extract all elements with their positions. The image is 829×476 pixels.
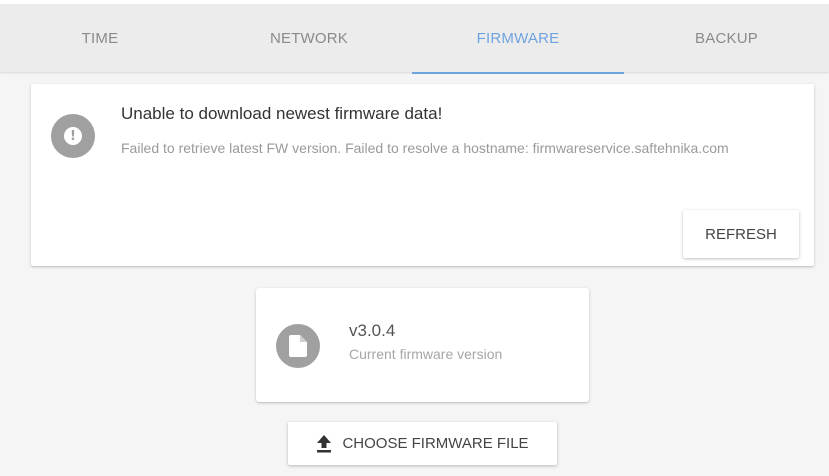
firmware-version-card: v3.0.4 Current firmware version bbox=[256, 288, 589, 402]
tab-firmware[interactable]: FIRMWARE bbox=[412, 4, 624, 72]
firmware-version-caption: Current firmware version bbox=[349, 346, 503, 362]
active-tab-indicator bbox=[412, 72, 624, 74]
tab-time[interactable]: TIME bbox=[0, 4, 200, 72]
exclamation-circle-icon: ! bbox=[51, 114, 95, 158]
alert-message: Failed to retrieve latest FW version. Fa… bbox=[121, 140, 729, 156]
choose-firmware-file-button[interactable]: CHOOSE FIRMWARE FILE bbox=[288, 422, 557, 465]
upload-icon bbox=[316, 434, 332, 453]
refresh-button[interactable]: REFRESH bbox=[683, 210, 799, 258]
firmware-alert-card: ! Unable to download newest firmware dat… bbox=[31, 84, 814, 266]
tab-backup[interactable]: BACKUP bbox=[624, 4, 829, 72]
alert-title: Unable to download newest firmware data! bbox=[121, 104, 443, 123]
firmware-version-value: v3.0.4 bbox=[349, 321, 396, 340]
tab-bar: TIME NETWORK FIRMWARE BACKUP bbox=[0, 0, 829, 74]
choose-firmware-file-label: CHOOSE FIRMWARE FILE bbox=[342, 435, 529, 452]
file-icon bbox=[276, 324, 320, 368]
tab-network[interactable]: NETWORK bbox=[206, 4, 412, 72]
